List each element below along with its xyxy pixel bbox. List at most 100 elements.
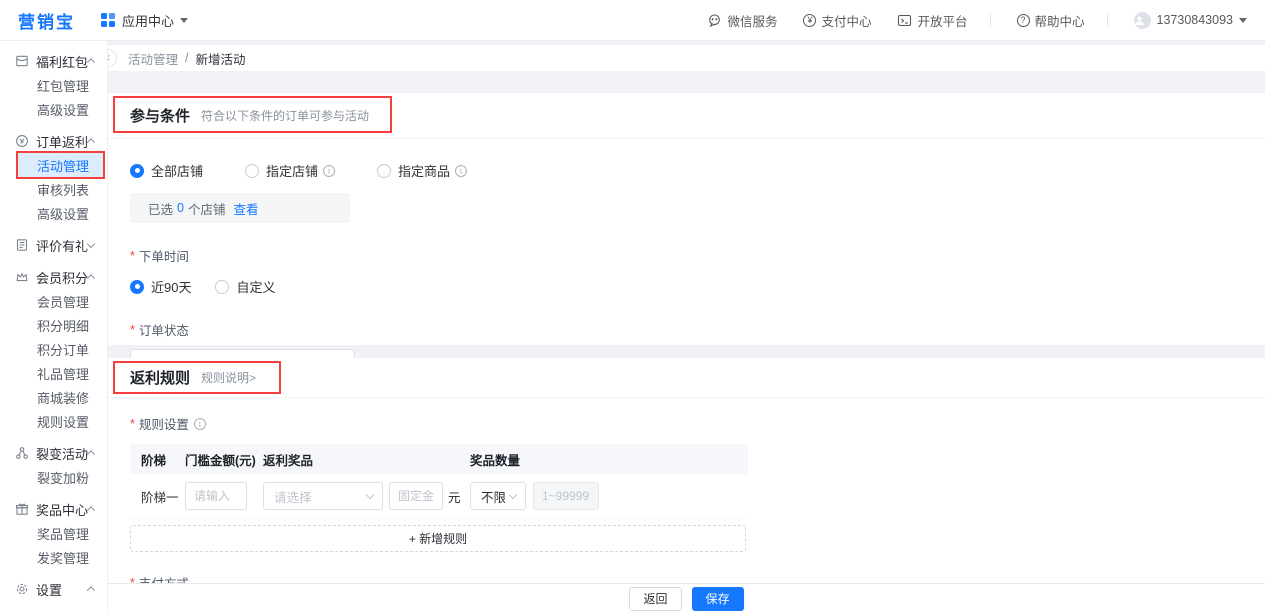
sidebar-item-label: 活动管理 — [37, 156, 89, 175]
required-asterisk: * — [130, 417, 135, 431]
fixed-amount-input[interactable] — [389, 482, 443, 510]
sidebar-group-settings[interactable]: 设置 — [0, 577, 107, 601]
chevron-up-icon — [87, 450, 95, 458]
required-asterisk: * — [130, 323, 135, 337]
top-header: 营销宝 应用中心 微信服务 ¥ 支付中心 开放平台 ? 帮助中心 — [0, 0, 1265, 41]
rebate-rule-table: 阶梯 门槛金额(元) 返利奖品 奖品数量 阶梯一 请选择 — [130, 444, 748, 519]
sidebar-item-member-manage[interactable]: 会员管理 — [0, 289, 107, 313]
chevron-up-icon — [87, 506, 95, 514]
view-shops-link[interactable]: 查看 — [233, 199, 258, 218]
section-subtitle: 符合以下条件的订单可参与活动 — [201, 107, 369, 124]
sidebar-item-label: 积分明细 — [37, 316, 89, 335]
radio-specified-goods[interactable]: 指定商品 i — [377, 161, 467, 180]
nav-wechat-service[interactable]: 微信服务 — [707, 11, 777, 30]
radio-last-90-days[interactable]: 近90天 — [130, 277, 191, 296]
sidebar-item-rule-settings[interactable]: 规则设置 — [0, 409, 107, 433]
sidebar-item-advanced-settings-2[interactable]: 高级设置 — [0, 201, 107, 225]
chevron-up-icon — [87, 274, 95, 282]
brand-logo: 营销宝 — [18, 8, 75, 33]
sidebar-item-label: 奖品管理 — [37, 524, 89, 543]
quantity-limit-select[interactable]: 不限 — [470, 482, 526, 510]
nav-pay-center[interactable]: ¥ 支付中心 — [803, 11, 871, 30]
sidebar: 福利红包 红包管理 高级设置 订单返利 活动管理 审核列表 高级设置 评价有礼 … — [0, 41, 108, 613]
collapse-sidebar-button[interactable]: ‹ — [108, 49, 117, 67]
sidebar-item-award-manage[interactable]: 发奖管理 — [0, 545, 107, 569]
sidebar-item-advanced-settings-1[interactable]: 高级设置 — [0, 97, 107, 121]
sidebar-group-label: 福利红包 — [36, 52, 88, 71]
prize-select[interactable]: 请选择 — [263, 482, 383, 510]
open-platform-icon — [897, 13, 912, 28]
sidebar-item-label: 礼品管理 — [37, 364, 89, 383]
required-asterisk: * — [130, 249, 135, 263]
main-content: ‹ 活动管理 / 新增活动 参与条件 符合以下条件的订单可参与活动 全部店铺 指… — [108, 41, 1265, 613]
radio-icon — [245, 164, 259, 178]
participation-card: 参与条件 符合以下条件的订单可参与活动 全部店铺 指定店铺 i 指定商品 i — [108, 93, 1265, 345]
sidebar-item-prize-manage[interactable]: 奖品管理 — [0, 521, 107, 545]
sidebar-item-redpacket-manage[interactable]: 红包管理 — [0, 73, 107, 97]
sidebar-group-review-gift[interactable]: 评价有礼 — [0, 233, 107, 257]
sidebar-group-prize-center[interactable]: 奖品中心 — [0, 497, 107, 521]
info-icon[interactable]: i — [194, 418, 206, 430]
nav-open-platform[interactable]: 开放平台 — [897, 11, 967, 30]
infobox-suffix: 个店铺 — [188, 199, 226, 218]
chevron-down-icon — [1239, 18, 1247, 23]
nav-label: 帮助中心 — [1035, 11, 1085, 30]
sidebar-group-order-rebate[interactable]: 订单返利 — [0, 129, 107, 153]
sidebar-item-gift-manage[interactable]: 礼品管理 — [0, 361, 107, 385]
col-header-tier: 阶梯 — [141, 450, 185, 469]
add-rule-button[interactable]: + 新增规则 — [130, 525, 746, 552]
sidebar-item-fission-fans[interactable]: 裂变加粉 — [0, 465, 107, 489]
radio-selected-icon — [130, 164, 144, 178]
settings-icon — [15, 582, 29, 596]
sidebar-item-label: 发奖管理 — [37, 548, 89, 567]
help-icon: ? — [1017, 14, 1030, 27]
table-row: 阶梯一 请选择 元 不限 — [130, 474, 748, 519]
info-icon[interactable]: i — [323, 165, 335, 177]
threshold-amount-input[interactable] — [185, 482, 247, 510]
sidebar-group-member-points[interactable]: 会员积分 — [0, 265, 107, 289]
section-title-rebate: 返利规则 — [130, 367, 190, 388]
breadcrumb-parent[interactable]: 活动管理 — [128, 49, 178, 68]
nav-help-center[interactable]: ? 帮助中心 — [1017, 11, 1085, 30]
save-button[interactable]: 保存 — [692, 587, 744, 611]
order-time-label: 下单时间 — [139, 246, 189, 265]
selected-shops-infobox: 已选 0 个店铺 查看 — [130, 193, 350, 223]
sidebar-group-label: 奖品中心 — [36, 500, 88, 519]
sidebar-group-label: 评价有礼 — [36, 236, 88, 255]
sidebar-item-mall-decoration[interactable]: 商城装修 — [0, 385, 107, 409]
wechat-icon — [707, 13, 722, 28]
chevron-up-icon — [87, 138, 95, 146]
sidebar-group-label: 设置 — [36, 580, 62, 599]
rule-description-link[interactable]: 规则说明> — [201, 369, 256, 386]
sidebar-item-review-list[interactable]: 审核列表 — [0, 177, 107, 201]
coin-rebate-icon — [15, 134, 29, 148]
prize-center-icon — [15, 502, 29, 516]
rule-settings-label: 规则设置 — [139, 414, 189, 433]
account-menu[interactable]: 13730843093 — [1134, 12, 1247, 29]
chevron-up-icon — [87, 586, 95, 594]
sidebar-group-label: 会员积分 — [36, 268, 88, 287]
chevron-down-icon — [180, 18, 188, 23]
infobox-prefix: 已选 — [148, 199, 173, 218]
info-icon[interactable]: i — [455, 165, 467, 177]
sidebar-item-label: 高级设置 — [37, 204, 89, 223]
sidebar-group-welfare-redpacket[interactable]: 福利红包 — [0, 49, 107, 73]
selected-shop-count: 0 — [177, 201, 184, 215]
sidebar-item-label: 规则设置 — [37, 412, 89, 431]
sidebar-item-label: 会员管理 — [37, 292, 89, 311]
section-title-participation: 参与条件 — [130, 105, 190, 126]
app-center-menu[interactable]: 应用中心 — [101, 11, 188, 30]
radio-all-shops[interactable]: 全部店铺 — [130, 161, 203, 180]
app-grid-icon — [101, 13, 115, 27]
radio-custom-time[interactable]: 自定义 — [215, 277, 275, 296]
back-button[interactable]: 返回 — [629, 587, 681, 611]
nav-label: 支付中心 — [821, 11, 871, 30]
sidebar-item-label: 裂变加粉 — [37, 468, 89, 487]
sidebar-item-activity-manage[interactable]: 活动管理 — [18, 153, 103, 177]
radio-specified-shops[interactable]: 指定店铺 i — [245, 161, 335, 180]
sidebar-item-points-detail[interactable]: 积分明细 — [0, 313, 107, 337]
sidebar-group-fission-activity[interactable]: 裂变活动 — [0, 441, 107, 465]
sidebar-item-points-order[interactable]: 积分订单 — [0, 337, 107, 361]
pay-icon: ¥ — [803, 14, 816, 27]
order-status-label: 订单状态 — [139, 320, 189, 339]
